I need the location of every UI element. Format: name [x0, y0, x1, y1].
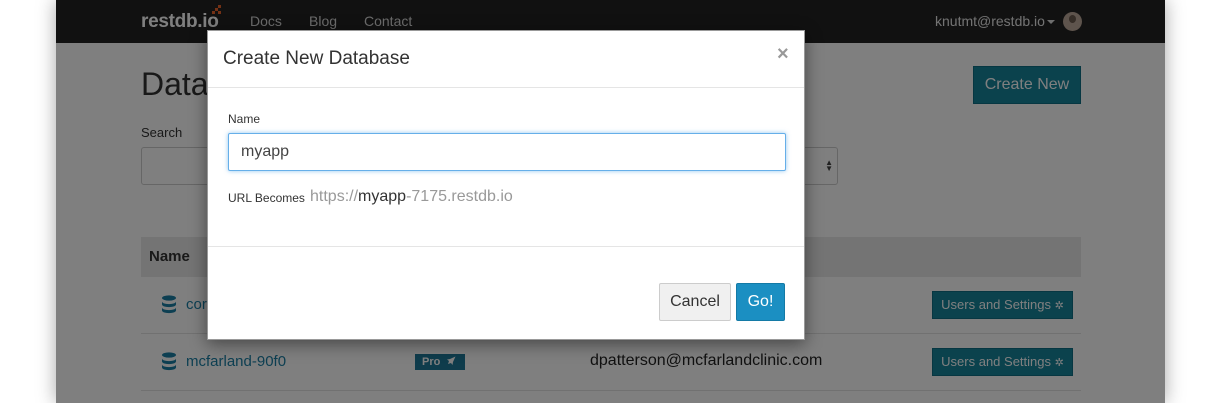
go-button[interactable]: Go! [736, 283, 785, 321]
name-label: Name [228, 112, 261, 126]
url-preview: https://myapp-7175.restdb.io [310, 188, 513, 206]
database-name-input[interactable] [228, 133, 786, 171]
url-becomes-label: URL Becomes [228, 191, 305, 205]
create-database-modal: Create New Database × Name URL Becomes h… [207, 30, 805, 340]
cancel-button[interactable]: Cancel [659, 283, 731, 321]
url-suffix: -7175.restdb.io [406, 188, 513, 205]
modal-title: Create New Database [223, 48, 410, 69]
modal-header: Create New Database × [208, 31, 804, 88]
url-prefix: https:// [310, 188, 359, 205]
modal-footer-divider [208, 246, 804, 247]
url-db-name: myapp [358, 188, 407, 205]
close-icon[interactable]: × [777, 43, 789, 66]
